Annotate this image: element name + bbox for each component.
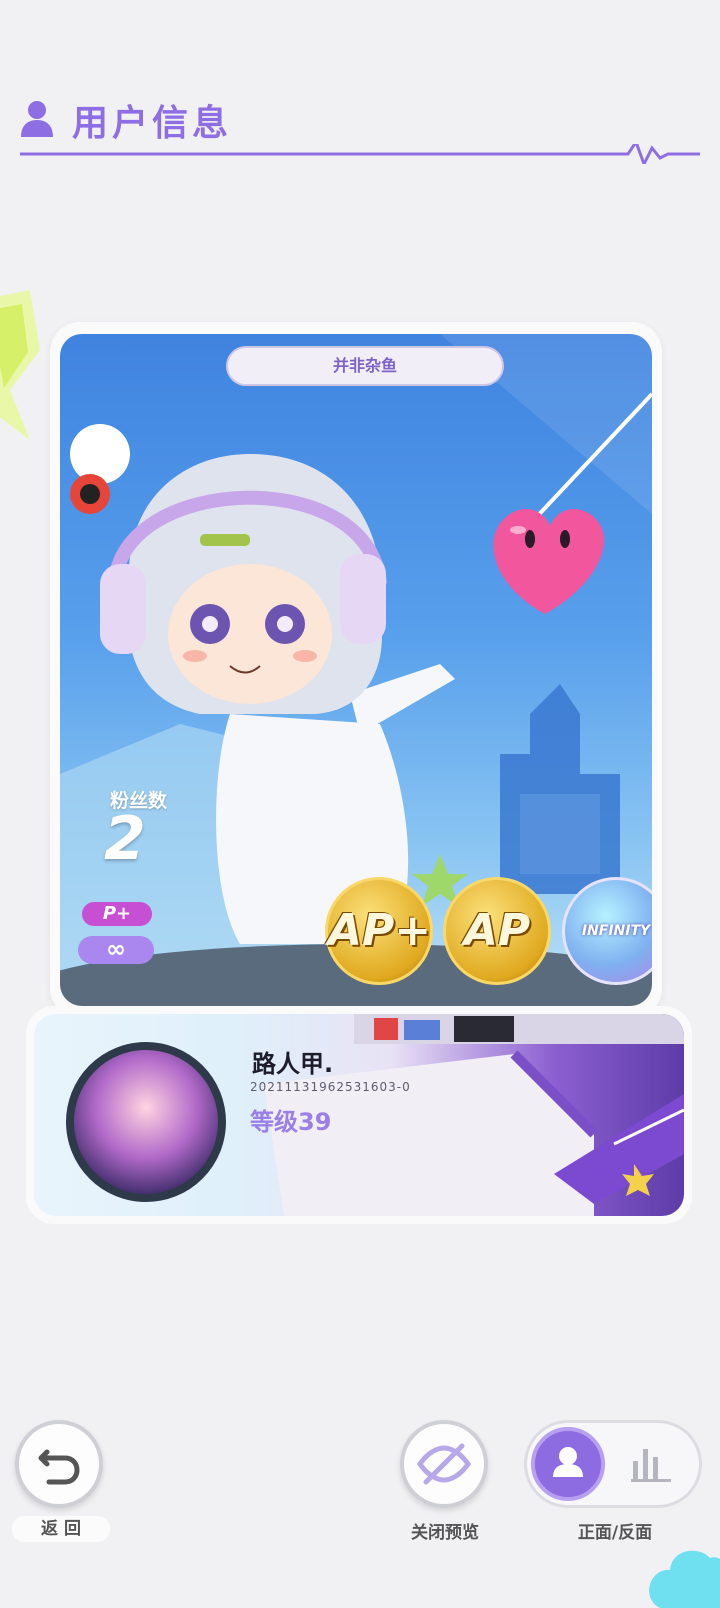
player-id: 20211131962531603-0	[250, 1080, 411, 1094]
page-title: 用户信息	[72, 103, 233, 144]
close-preview-button[interactable]	[400, 1420, 488, 1508]
profile-banner: 路人甲. 20211131962531603-0 等级39	[26, 1006, 692, 1224]
front-back-toggle[interactable]	[524, 1420, 702, 1508]
avatar[interactable]	[66, 1042, 226, 1202]
toggle-front-option[interactable]	[531, 1427, 605, 1501]
infinity-badge: ∞	[78, 936, 154, 964]
player-name: 路人甲.	[252, 1050, 334, 1078]
ap-medal: AP	[443, 877, 551, 985]
p-plus-badge: P+	[82, 902, 152, 926]
infinity-medal-label: INFINITY	[581, 923, 651, 939]
card-title: 并非杂鱼	[226, 346, 504, 386]
close-preview-label: 关闭预览	[411, 1523, 479, 1543]
ap-medal-label: AP	[463, 905, 531, 956]
player-card: 并非杂鱼 粉丝数 2 P+ ∞ AP+ AP INFINITY	[50, 322, 662, 1018]
ap-plus-medal: AP+	[325, 877, 433, 985]
user-icon	[553, 1447, 583, 1477]
bar-chart-icon[interactable]	[629, 1443, 673, 1483]
toggle-label: 正面/反面	[577, 1523, 653, 1543]
user-icon	[21, 101, 53, 137]
player-level: 等级39	[250, 1108, 332, 1136]
page-header: 用户信息	[20, 92, 700, 164]
card-artwork: 并非杂鱼 粉丝数 2 P+ ∞ AP+ AP INFINITY	[60, 334, 652, 1006]
profile-background: 路人甲. 20211131962531603-0 等级39	[34, 1014, 684, 1216]
eye-off-icon	[416, 1443, 472, 1485]
back-label: 返 回	[12, 1516, 110, 1542]
fans-count: 2	[104, 804, 146, 874]
back-button[interactable]	[15, 1420, 103, 1508]
infinity-medal: INFINITY	[562, 877, 652, 985]
header-underline	[20, 144, 700, 164]
back-arrow-icon	[38, 1449, 80, 1485]
ap-plus-medal-label: AP+	[328, 905, 432, 956]
